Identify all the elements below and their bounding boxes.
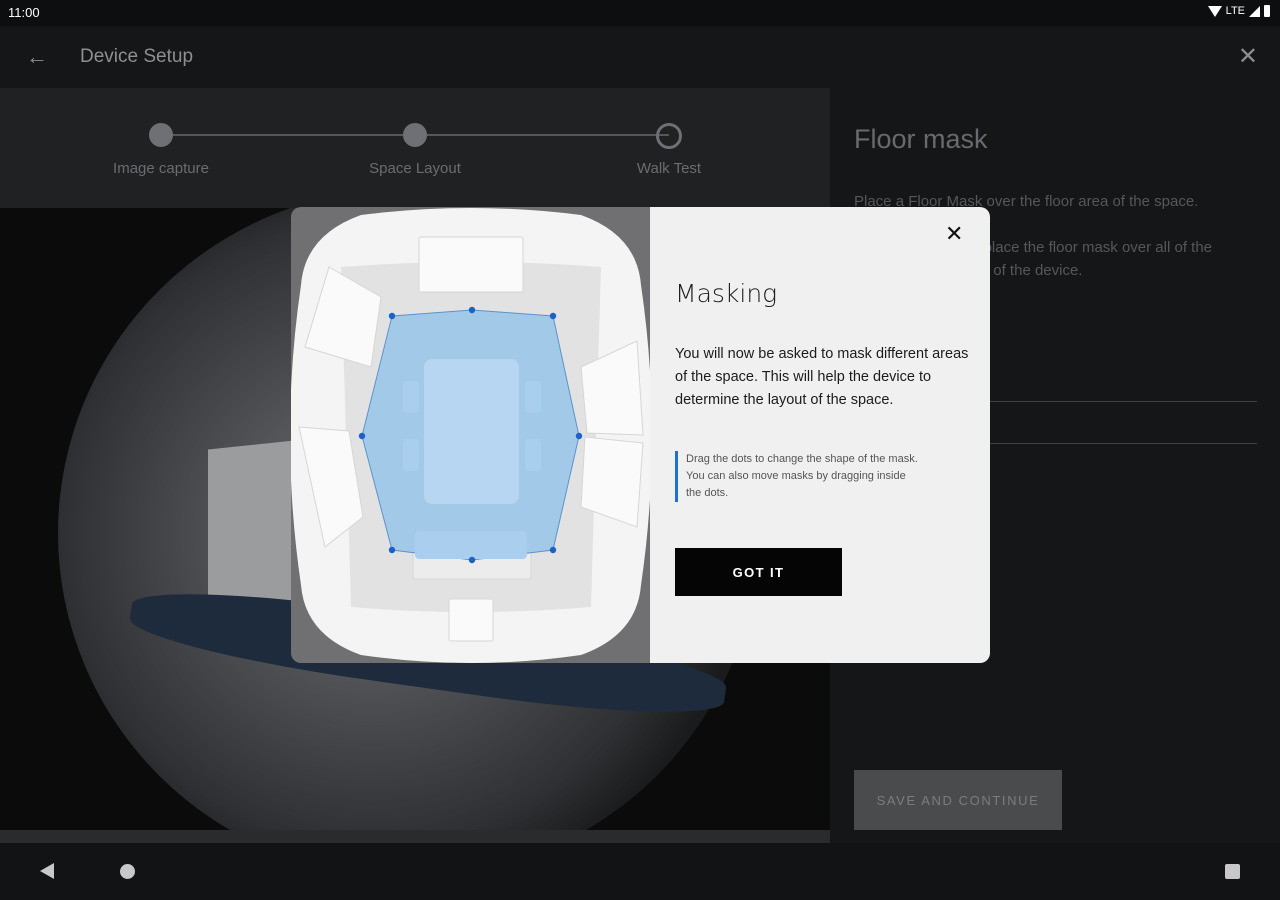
nav-recents-icon[interactable]	[1225, 864, 1240, 879]
step-dot-space-layout[interactable]	[403, 123, 427, 147]
progress-stepper: Image capture Space Layout Walk Test	[0, 88, 830, 208]
page-title: Device Setup	[80, 46, 194, 67]
nav-home-icon[interactable]	[120, 864, 135, 879]
masking-illustration	[291, 207, 650, 663]
dialog-hint: Drag the dots to change the shape of the…	[675, 451, 918, 502]
step-connector	[415, 134, 669, 136]
dialog-title: Masking	[675, 279, 778, 308]
room-mask-illustration	[291, 208, 650, 663]
step-dot-image-capture[interactable]	[149, 123, 173, 147]
dialog-close-icon[interactable]: ✕	[945, 221, 963, 247]
status-icons: LTE	[1207, 5, 1270, 17]
got-it-button[interactable]: GOT IT	[675, 548, 842, 596]
step-label-walk-test: Walk Test	[636, 160, 702, 177]
dialog-body-text: You will now be asked to mask different …	[675, 346, 969, 408]
close-icon[interactable]: ✕	[1238, 42, 1258, 71]
network-type: LTE	[1225, 5, 1245, 17]
step-dot-walk-test[interactable]	[656, 123, 682, 149]
panel-title: Floor mask	[854, 124, 988, 154]
wifi-icon	[1207, 5, 1222, 17]
back-arrow-icon[interactable]: ←	[26, 44, 48, 70]
signal-icon	[1249, 5, 1260, 17]
step-label-image-capture: Image capture	[113, 160, 209, 177]
system-nav-bar	[0, 843, 1280, 900]
nav-back-icon[interactable]	[40, 863, 54, 879]
step-label-space-layout: Space Layout	[369, 160, 461, 177]
status-bar: 11:00 LTE	[0, 0, 1280, 26]
step-connector	[161, 134, 415, 136]
battery-icon	[1264, 5, 1270, 17]
save-and-continue-button[interactable]: SAVE AND CONTINUE	[854, 770, 1062, 830]
status-time: 11:00	[8, 5, 40, 20]
dialog-content: ✕ Masking You will now be asked to mask …	[650, 207, 990, 663]
app-bar: ← Device Setup ✕	[0, 26, 1280, 88]
masking-dialog: ✕ Masking You will now be asked to mask …	[291, 207, 990, 663]
